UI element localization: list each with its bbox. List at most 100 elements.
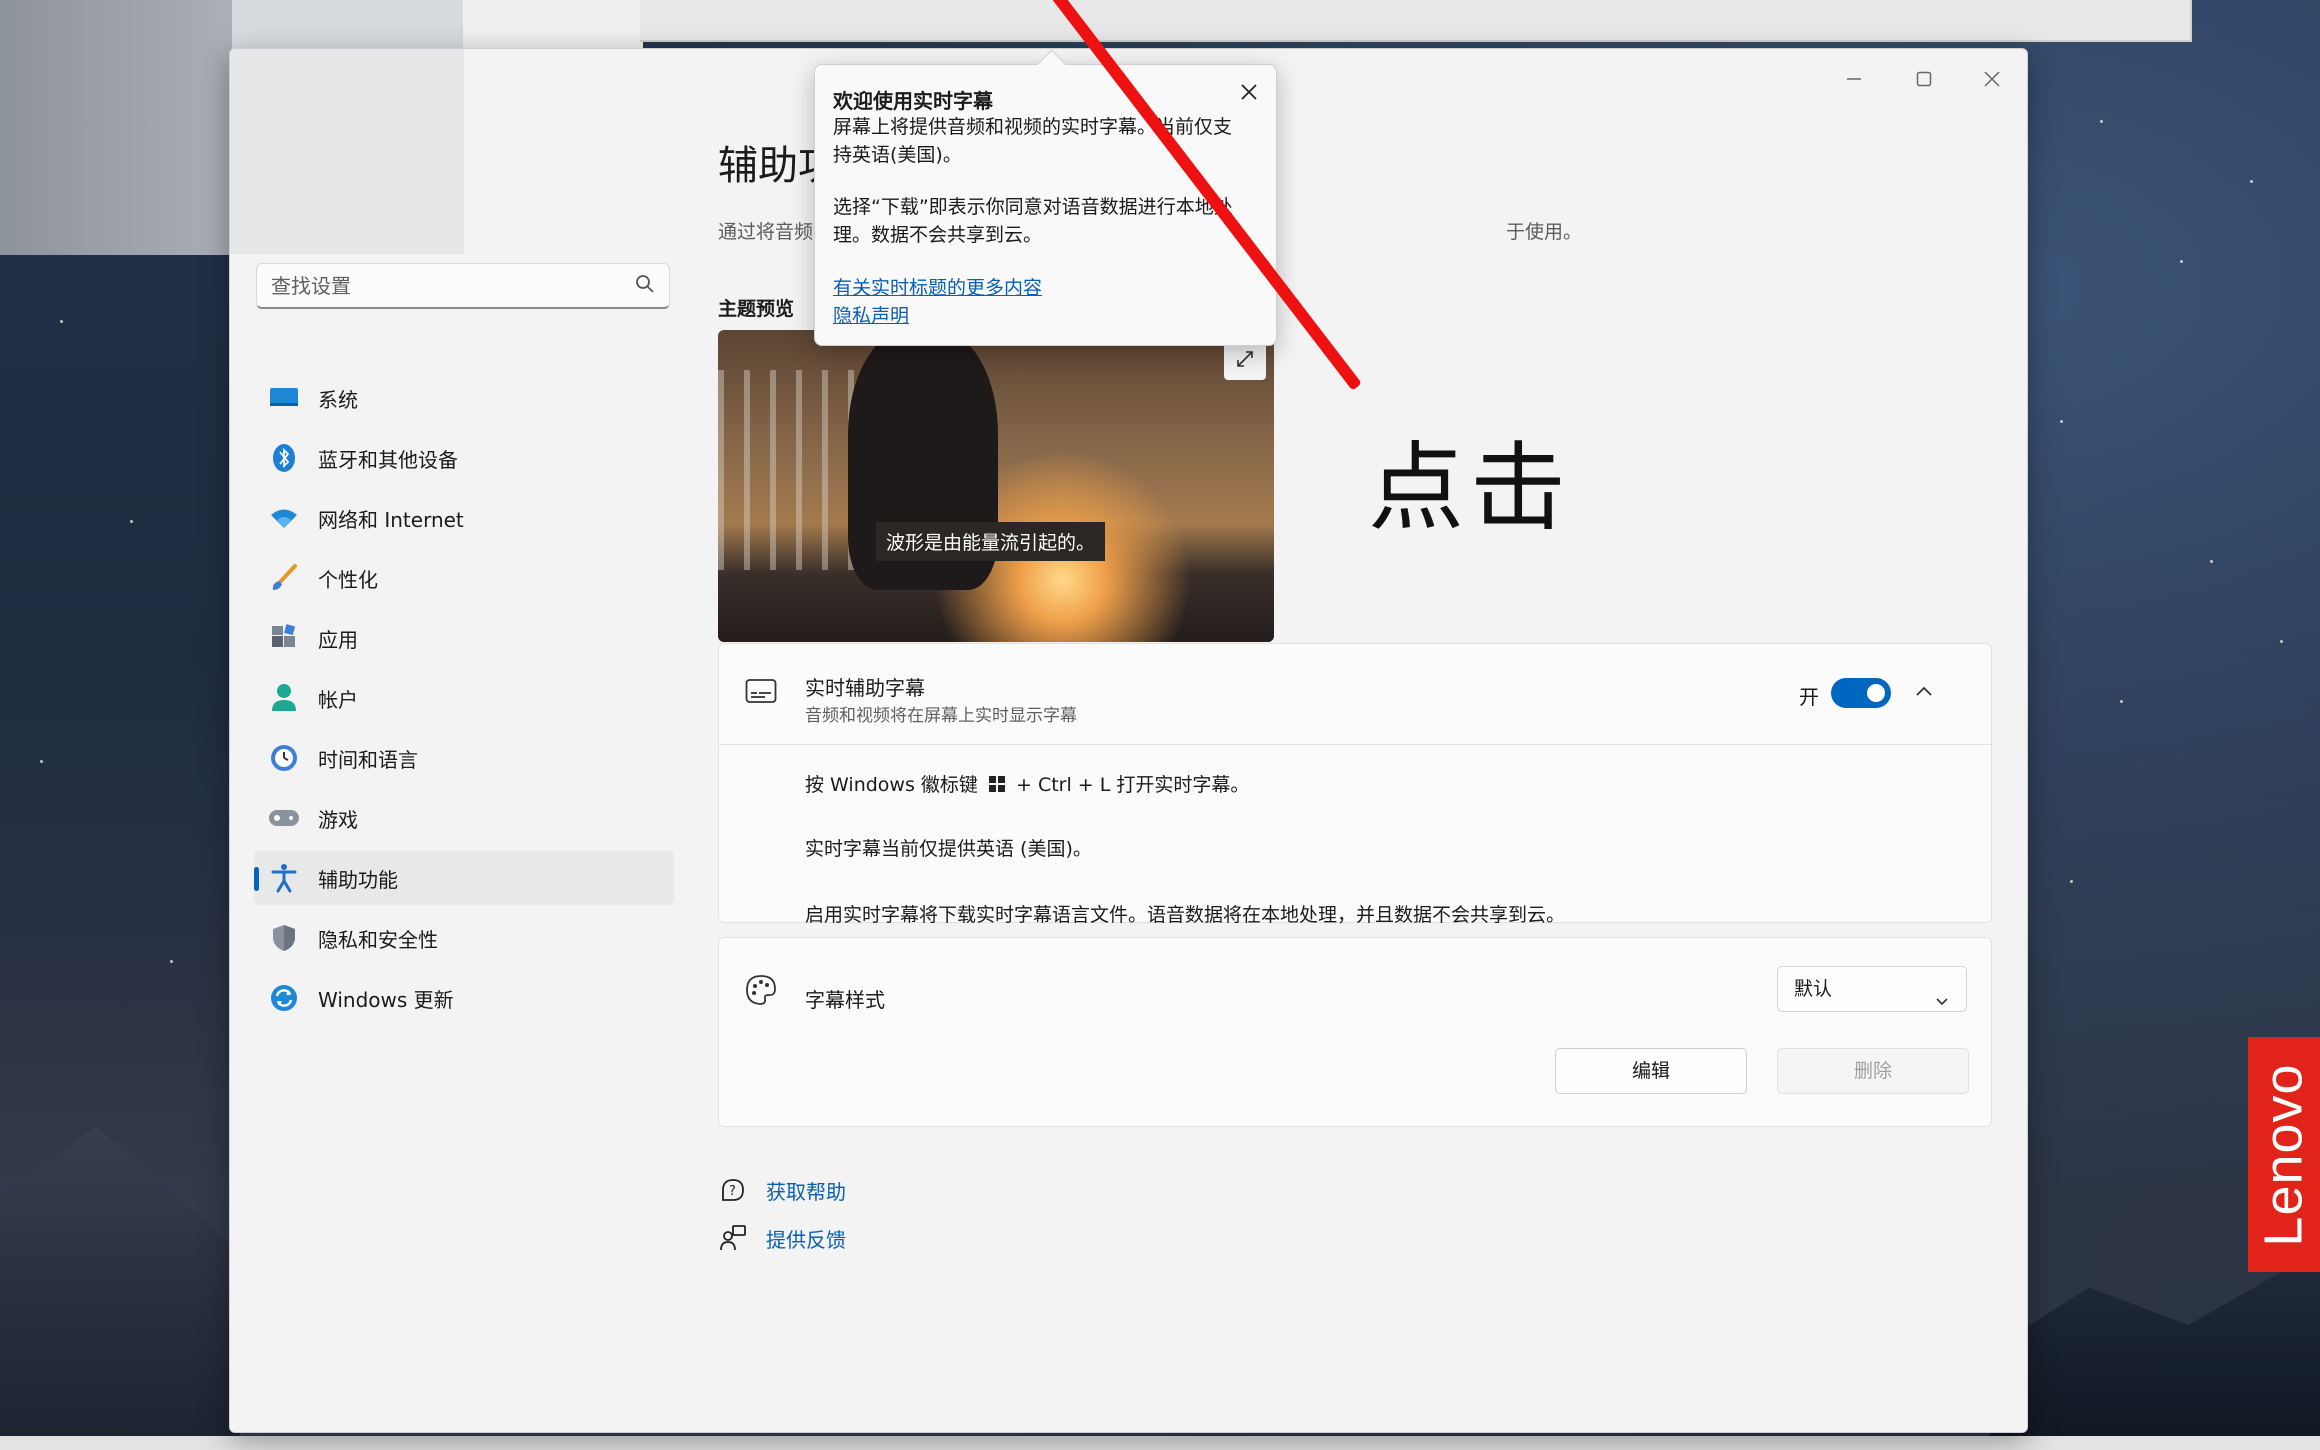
caption-style-card: 字幕样式 默认 编辑 删除 (718, 937, 1992, 1127)
sidebar-item-personalization[interactable]: 个性化 (254, 551, 674, 605)
maximize-button[interactable] (1894, 59, 1954, 99)
star (2100, 120, 2103, 123)
sidebar-item-label: 隐私和安全性 (318, 927, 438, 952)
get-help-label[interactable]: 获取帮助 (766, 1176, 846, 1205)
search-box[interactable] (256, 263, 670, 309)
get-help-link[interactable]: ? 获取帮助 (718, 1175, 846, 1205)
captions-icon (745, 678, 777, 708)
background-window-top (640, 0, 2192, 42)
star (2060, 420, 2063, 423)
gamepad-icon (268, 802, 300, 834)
bluetooth-icon (268, 442, 300, 474)
flyout-close-button[interactable] (1238, 81, 1260, 107)
svg-text:?: ? (729, 1184, 736, 1199)
feedback-icon (718, 1223, 748, 1253)
page-description-start: 通过将音频 (718, 221, 814, 243)
system-icon (268, 382, 300, 414)
star (60, 320, 63, 323)
sidebar-nav: 系统 蓝牙和其他设备 网络和 Internet 个性化 应用 帐户 时间和语言 (254, 371, 674, 1031)
expand-icon (1237, 351, 1253, 367)
more-info-link[interactable]: 有关实时标题的更多内容 (833, 273, 1042, 300)
sidebar-item-accessibility[interactable]: 辅助功能 (254, 851, 674, 905)
shortcut-text-start: 按 Windows 徽标键 (805, 774, 978, 796)
star (2250, 180, 2253, 183)
give-feedback-link[interactable]: 提供反馈 (718, 1223, 846, 1253)
sidebar-item-label: 蓝牙和其他设备 (318, 447, 458, 472)
sidebar-item-bluetooth[interactable]: 蓝牙和其他设备 (254, 431, 674, 485)
caption-style-title: 字幕样式 (805, 988, 885, 1012)
search-icon[interactable] (635, 274, 655, 300)
toggle-state-label: 开 (1799, 685, 1819, 709)
accessibility-icon (268, 862, 300, 894)
shield-icon (268, 922, 300, 954)
minimize-button[interactable] (1824, 59, 1884, 99)
star (170, 960, 173, 963)
close-window-button[interactable] (1962, 59, 2022, 99)
minimize-icon (1847, 78, 1861, 80)
live-captions-subtitle: 音频和视频将在屏幕上实时显示字幕 (805, 706, 1077, 726)
star (130, 520, 133, 523)
star (2280, 640, 2283, 643)
close-icon (1241, 84, 1257, 100)
chevron-down-icon (1934, 981, 1950, 1025)
sidebar-item-label: 辅助功能 (318, 867, 398, 892)
update-icon (268, 982, 300, 1014)
caption-style-selected: 默认 (1794, 978, 1833, 1000)
maximize-icon (1916, 71, 1932, 87)
account-icon (268, 682, 300, 714)
sidebar-item-privacy[interactable]: 隐私和安全性 (254, 911, 674, 965)
caption-style-dropdown[interactable]: 默认 (1777, 966, 1967, 1012)
sidebar-item-label: 系统 (318, 387, 358, 412)
star (2120, 700, 2123, 703)
privacy-statement-link[interactable]: 隐私声明 (833, 301, 909, 328)
sidebar-item-apps[interactable]: 应用 (254, 611, 674, 665)
delete-button[interactable]: 删除 (1777, 1048, 1969, 1094)
sidebar-item-label: 帐户 (318, 687, 358, 712)
ship-railing (718, 370, 868, 570)
shortcut-text: 按 Windows 徽标键 + Ctrl + L 打开实时字幕。 (805, 770, 1249, 797)
preview-caption: 波形是由能量流引起的。 (876, 522, 1106, 561)
sidebar-item-label: 应用 (318, 627, 358, 652)
page-description-tail: 于使用。 (1506, 221, 1583, 243)
search-input[interactable] (257, 264, 613, 308)
live-captions-welcome-flyout: 欢迎使用实时字幕 屏幕上将提供音频和视频的实时字幕。当前仅支持英语(美国)。 选… (814, 64, 1277, 346)
clock-globe-icon (268, 742, 300, 774)
close-icon (1984, 71, 2000, 87)
sidebar-item-label: 网络和 Internet (318, 507, 464, 532)
sidebar-item-label: 个性化 (318, 567, 378, 592)
star (2210, 560, 2213, 563)
window-title-area (230, 49, 464, 254)
star (2070, 880, 2073, 883)
star (40, 760, 43, 763)
windows-logo-icon (988, 776, 1005, 792)
sidebar-item-windows-update[interactable]: Windows 更新 (254, 971, 674, 1025)
apps-icon (268, 622, 300, 654)
preview-label: 主题预览 (718, 298, 795, 320)
mountain-left (0, 1126, 240, 1450)
brush-icon (268, 562, 300, 594)
sidebar-item-accounts[interactable]: 帐户 (254, 671, 674, 725)
sidebar-item-network[interactable]: 网络和 Internet (254, 491, 674, 545)
edit-button[interactable]: 编辑 (1555, 1048, 1747, 1094)
live-captions-toggle[interactable] (1831, 678, 1891, 708)
help-icon: ? (718, 1175, 748, 1205)
flyout-title: 欢迎使用实时字幕 (833, 89, 993, 113)
live-captions-title: 实时辅助字幕 (805, 676, 925, 700)
taskbar-edge (0, 1436, 2320, 1450)
palette-icon (745, 974, 777, 1010)
sidebar-item-gaming[interactable]: 游戏 (254, 791, 674, 845)
live-captions-card: 实时辅助字幕 音频和视频将在屏幕上实时显示字幕 开 按 Windows 徽标键 … (718, 643, 1992, 926)
chevron-up-icon[interactable] (1913, 680, 1935, 706)
shortcut-text-end: + Ctrl + L 打开实时字幕。 (1016, 774, 1250, 796)
sidebar-item-label: 时间和语言 (318, 747, 418, 772)
wifi-icon (268, 502, 300, 534)
star (2180, 260, 2183, 263)
language-note: 实时字幕当前仅提供英语 (美国)。 (805, 838, 1092, 860)
caption-preview-image: 波形是由能量流引起的。 (718, 330, 1274, 642)
flyout-consent-text: 选择“下载”即表示你同意对语音数据进行本地处理。数据不会共享到云。 (833, 196, 1233, 246)
give-feedback-label[interactable]: 提供反馈 (766, 1224, 846, 1253)
download-note: 启用实时字幕将下载实时字幕语言文件。语音数据将在本地处理，并且数据不会共享到云。 (805, 904, 1566, 926)
sidebar-item-system[interactable]: 系统 (254, 371, 674, 425)
sidebar-item-time-language[interactable]: 时间和语言 (254, 731, 674, 785)
live-captions-header[interactable]: 实时辅助字幕 音频和视频将在屏幕上实时显示字幕 开 (719, 644, 1991, 745)
